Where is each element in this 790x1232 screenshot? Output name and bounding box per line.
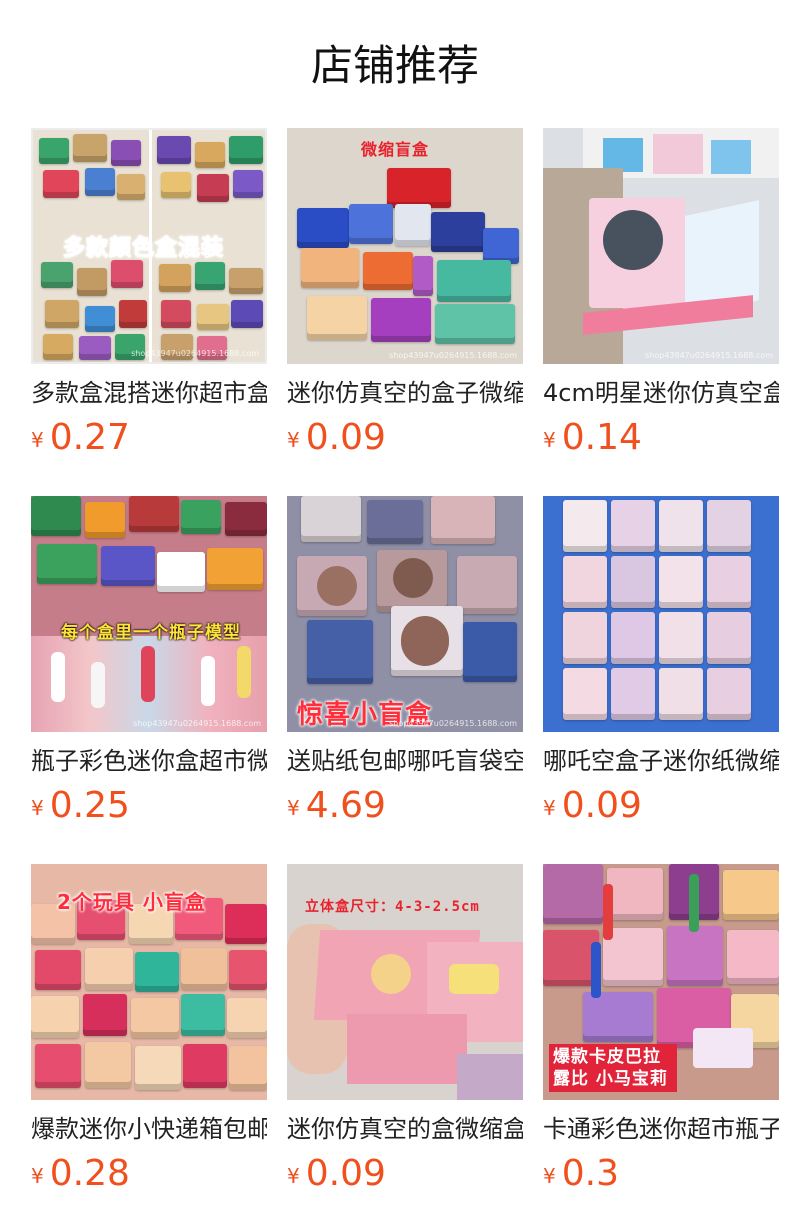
product-image[interactable]: shop43947u0264915.1688.com [543, 128, 779, 364]
thumb-banner: 多款颜色盒混装 [62, 236, 225, 262]
currency-symbol: ¥ [31, 796, 44, 820]
thumb-watermark: shop43947u0264915.1688.com [645, 351, 773, 360]
product-card[interactable]: 每个盒里一个瓶子模型 shop43947u0264915.1688.com 瓶子… [31, 496, 267, 826]
product-name[interactable]: 4cm明星迷你仿真空盒 [543, 378, 779, 408]
product-price: ¥0.28 [31, 1152, 130, 1196]
product-card[interactable]: 立体盒尺寸：4-3-2.5cm 迷你仿真空的盒微缩盒 ¥0.09 [287, 864, 523, 1194]
product-image[interactable]: 立体盒尺寸：4-3-2.5cm [287, 864, 523, 1100]
price-value: 0.09 [305, 417, 386, 458]
thumb-banner: 2个玩具 小盲盒 [57, 890, 206, 914]
product-price: ¥0.09 [543, 784, 642, 828]
currency-symbol: ¥ [31, 428, 44, 452]
thumb-banner: 爆款卡皮巴拉 露比 小马宝莉 [549, 1044, 677, 1092]
thumb-watermark: shop43947u0264915.1688.com [133, 719, 261, 728]
thumb-watermark: shop43947u0264915.1688.com [389, 719, 517, 728]
product-image[interactable]: 多款颜色盒混装 shop43947u0264915.1688.com [31, 128, 267, 364]
product-name[interactable]: 爆款迷你小快递箱包邮 [31, 1114, 267, 1144]
product-card[interactable]: shop43947u0264915.1688.com 4cm明星迷你仿真空盒 ¥… [543, 128, 779, 458]
price-value: 4.69 [305, 785, 386, 826]
price-value: 0.09 [305, 1153, 386, 1194]
product-image[interactable]: 每个盒里一个瓶子模型 shop43947u0264915.1688.com [31, 496, 267, 732]
product-price: ¥0.27 [31, 416, 130, 460]
product-card[interactable]: 微缩盲盒 shop43947u0264915.1688.com 迷你仿真空的盒子… [287, 128, 523, 458]
product-grid: 多款颜色盒混装 shop43947u0264915.1688.com 多款盒混搭… [31, 128, 779, 1194]
product-price: ¥4.69 [287, 784, 386, 828]
thumb-watermark: shop43947u0264915.1688.com [131, 349, 259, 358]
thumb-watermark: shop43947u0264915.1688.com [389, 351, 517, 360]
product-name[interactable]: 哪吒空盒子迷你纸微缩 [543, 746, 779, 776]
product-price: ¥0.14 [543, 416, 642, 460]
product-image[interactable]: 2个玩具 小盲盒 [31, 864, 267, 1100]
product-price: ¥0.09 [287, 416, 386, 460]
product-image[interactable]: 爆款卡皮巴拉 露比 小马宝莉 [543, 864, 779, 1100]
product-name[interactable]: 迷你仿真空的盒微缩盒 [287, 1114, 523, 1144]
product-name[interactable]: 迷你仿真空的盒子微缩 [287, 378, 523, 408]
section-title: 店铺推荐 [310, 41, 479, 90]
product-name[interactable]: 送贴纸包邮哪吒盲袋空 [287, 746, 523, 776]
currency-symbol: ¥ [287, 1164, 300, 1188]
product-price: ¥0.09 [287, 1152, 386, 1196]
product-image[interactable]: 惊喜小盲盒 shop43947u0264915.1688.com [287, 496, 523, 732]
thumb-banner: 每个盒里一个瓶子模型 [61, 623, 241, 643]
thumb-banner: 立体盒尺寸：4-3-2.5cm [305, 899, 480, 915]
product-name[interactable]: 瓶子彩色迷你盒超市微 [31, 746, 267, 776]
price-value: 0.09 [561, 785, 642, 826]
product-name[interactable]: 卡通彩色迷你超市瓶子 [543, 1114, 779, 1144]
currency-symbol: ¥ [543, 796, 556, 820]
price-value: 0.27 [49, 417, 130, 458]
currency-symbol: ¥ [31, 1164, 44, 1188]
currency-symbol: ¥ [543, 428, 556, 452]
product-name[interactable]: 多款盒混搭迷你超市盒 [31, 378, 267, 408]
product-card[interactable]: 哪吒空盒子迷你纸微缩 ¥0.09 [543, 496, 779, 826]
product-card[interactable]: 惊喜小盲盒 shop43947u0264915.1688.com 送贴纸包邮哪吒… [287, 496, 523, 826]
product-card[interactable]: 爆款卡皮巴拉 露比 小马宝莉 卡通彩色迷你超市瓶子 ¥0.3 [543, 864, 779, 1194]
product-card[interactable]: 多款颜色盒混装 shop43947u0264915.1688.com 多款盒混搭… [31, 128, 267, 458]
product-price: ¥0.3 [543, 1152, 619, 1196]
product-image[interactable] [543, 496, 779, 732]
price-value: 0.3 [561, 1153, 619, 1194]
currency-symbol: ¥ [287, 796, 300, 820]
price-value: 0.14 [561, 417, 642, 458]
currency-symbol: ¥ [543, 1164, 556, 1188]
product-card[interactable]: 2个玩具 小盲盒 爆款迷你小快递箱包邮 ¥0.28 [31, 864, 267, 1194]
product-price: ¥0.25 [31, 784, 130, 828]
thumb-banner: 微缩盲盒 [361, 140, 430, 159]
product-image[interactable]: 微缩盲盒 shop43947u0264915.1688.com [287, 128, 523, 364]
price-value: 0.25 [49, 785, 130, 826]
currency-symbol: ¥ [287, 428, 300, 452]
price-value: 0.28 [49, 1153, 130, 1194]
